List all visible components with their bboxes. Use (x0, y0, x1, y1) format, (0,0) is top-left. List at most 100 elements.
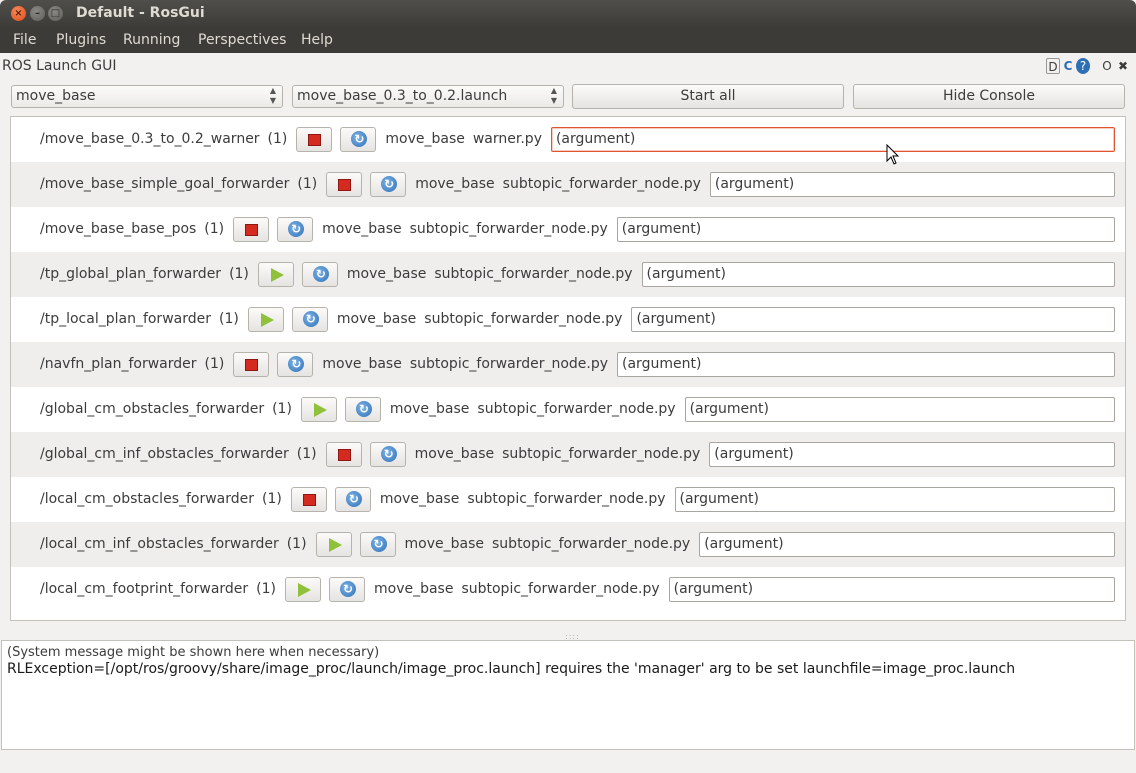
stop-node-button[interactable] (233, 352, 270, 377)
node-executable: subtopic_forwarder_node.py (477, 401, 676, 417)
launchfile-select[interactable]: move_base_0.3_to_0.2.launch ▲ ▼ (292, 85, 564, 108)
play-icon (328, 538, 342, 552)
node-executable: subtopic_forwarder_node.py (492, 536, 691, 552)
reload-icon: ↻ (380, 446, 397, 462)
launchfile-select-value: move_base_0.3_to_0.2.launch (297, 88, 508, 104)
stop-node-button[interactable] (326, 172, 363, 197)
respawn-node-button[interactable]: ↻ (334, 487, 371, 512)
node-instance-count: (1) (296, 446, 317, 462)
reload-icon: ↻ (302, 311, 319, 327)
node-package: move_base (322, 356, 402, 372)
start-node-button[interactable] (247, 307, 284, 332)
reload-icon: ↻ (370, 536, 387, 552)
node-instance-count: (1) (204, 221, 225, 237)
node-executable: subtopic_forwarder_node.py (502, 176, 701, 192)
start-node-button[interactable] (300, 397, 337, 422)
play-icon (270, 268, 284, 282)
stop-node-button[interactable] (325, 442, 362, 467)
node-argument-input[interactable]: (argument) (631, 307, 1115, 332)
stop-node-button[interactable] (296, 127, 333, 152)
menu-plugins[interactable]: Plugins (56, 32, 106, 48)
select-arrows-icon: ▲ ▼ (269, 86, 276, 105)
respawn-node-button[interactable]: ↻ (301, 262, 338, 287)
node-row: /move_base_simple_goal_forwarder (1) ↻ move… (11, 162, 1125, 207)
window-maximize-button[interactable]: □ (48, 6, 63, 21)
float-icon[interactable]: O (1100, 58, 1114, 74)
start-node-button[interactable] (315, 532, 352, 557)
reload-icon: ↻ (355, 401, 372, 417)
node-instance-count: (1) (218, 311, 239, 327)
dock-icon[interactable]: D (1046, 58, 1060, 74)
node-list[interactable]: /move_base_0.3_to_0.2_warner (1) ↻ move_bas… (10, 116, 1126, 621)
console-panel: (System message might be shown here when… (1, 640, 1135, 750)
play-icon (260, 313, 274, 327)
help-icon[interactable]: ? (1076, 58, 1090, 74)
menubar: File Plugins Running Perspectives Help (0, 29, 1136, 53)
menu-help[interactable]: Help (301, 32, 333, 48)
node-argument-input[interactable]: (argument) (641, 262, 1115, 287)
node-package: move_base (389, 401, 470, 417)
node-instance-count: (1) (267, 131, 288, 147)
node-argument-input[interactable]: (argument) (674, 487, 1115, 512)
stop-node-button[interactable] (233, 217, 270, 242)
reload-plugin-icon[interactable]: C (1061, 58, 1075, 74)
respawn-node-button[interactable]: ↻ (370, 172, 407, 197)
node-row: /move_base_base_pos (1) ↻ move_base subtopic… (11, 207, 1125, 252)
node-row: /navfn_plan_forwarder (1) ↻ move_base subtop… (11, 342, 1125, 387)
start-all-button[interactable]: Start all (572, 84, 844, 109)
node-row: /move_base_0.3_to_0.2_warner (1) ↻ move_bas… (11, 117, 1125, 162)
node-argument-input[interactable]: (argument) (709, 442, 1115, 467)
plugin-title: ROS Launch GUI (2, 58, 117, 74)
node-argument-input[interactable]: (argument) (550, 127, 1115, 152)
node-package: move_base (379, 491, 460, 507)
node-instance-count: (1) (204, 356, 225, 372)
respawn-node-button[interactable]: ↻ (277, 352, 314, 377)
stop-icon (337, 449, 351, 461)
node-name: /local_cm_obstacles_forwarder (40, 491, 255, 507)
menu-file[interactable]: File (13, 32, 36, 48)
reload-icon: ↻ (288, 356, 305, 372)
reload-icon: ↻ (345, 491, 362, 507)
package-select[interactable]: move_base ▲ ▼ (11, 85, 283, 108)
node-instance-count: (1) (297, 176, 318, 192)
stop-node-button[interactable] (290, 487, 327, 512)
start-node-button[interactable] (284, 577, 321, 602)
hide-console-button[interactable]: Hide Console (853, 84, 1125, 109)
respawn-node-button[interactable]: ↻ (277, 217, 314, 242)
node-argument-input[interactable]: (argument) (617, 352, 1115, 377)
window-minimize-button[interactable]: – (30, 6, 45, 21)
node-package: move_base (373, 581, 454, 597)
stop-icon (245, 359, 259, 371)
respawn-node-button[interactable]: ↻ (359, 532, 396, 557)
start-node-button[interactable] (257, 262, 294, 287)
node-instance-count: (1) (262, 491, 282, 507)
node-argument-input[interactable]: (argument) (684, 397, 1115, 422)
node-argument-input[interactable]: (argument) (699, 532, 1115, 557)
node-executable: subtopic_forwarder_node.py (467, 491, 666, 507)
node-row: /tp_local_plan_forwarder (1) ↻ move_base sub… (11, 297, 1125, 342)
respawn-node-button[interactable]: ↻ (291, 307, 328, 332)
respawn-node-button[interactable]: ↻ (328, 577, 365, 602)
node-instance-count: (1) (286, 536, 307, 552)
node-argument-input[interactable]: (argument) (709, 172, 1115, 197)
node-argument-input[interactable]: (argument) (616, 217, 1115, 242)
menu-perspectives[interactable]: Perspectives (198, 32, 286, 48)
node-package: move_base (322, 221, 402, 237)
respawn-node-button[interactable]: ↻ (344, 397, 381, 422)
node-name: /global_cm_obstacles_forwarder (40, 401, 265, 417)
node-instance-count: (1) (272, 401, 292, 417)
menu-running[interactable]: Running (123, 32, 180, 48)
node-argument-input[interactable]: (argument) (668, 577, 1115, 602)
window-close-button[interactable]: × (11, 6, 26, 21)
node-name: /local_cm_inf_obstacles_forwarder (40, 536, 279, 552)
reload-icon: ↻ (381, 176, 398, 192)
close-plugin-icon[interactable]: ✖ (1116, 58, 1130, 74)
respawn-node-button[interactable]: ↻ (369, 442, 406, 467)
status-bar (0, 752, 1136, 773)
reload-icon: ↻ (288, 221, 305, 237)
node-name: /move_base_base_pos (40, 221, 197, 237)
window-title: Default - RosGui (76, 5, 205, 21)
node-row: /global_cm_obstacles_forwarder (1) ↻ move_b… (11, 387, 1125, 432)
respawn-node-button[interactable]: ↻ (340, 127, 377, 152)
play-icon (297, 583, 311, 597)
